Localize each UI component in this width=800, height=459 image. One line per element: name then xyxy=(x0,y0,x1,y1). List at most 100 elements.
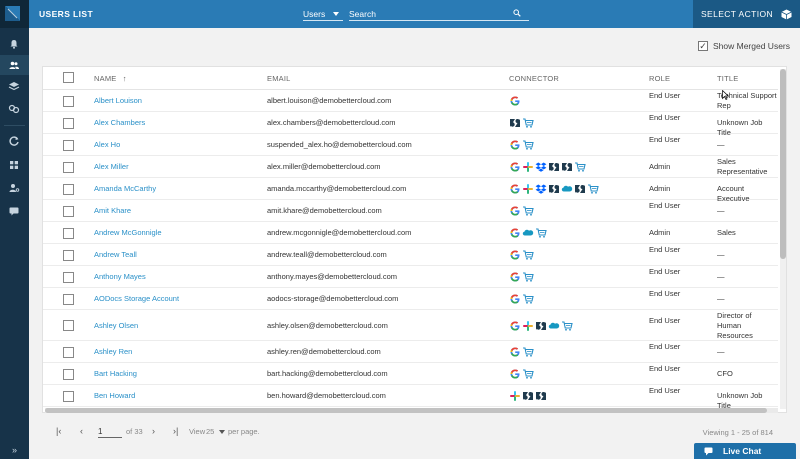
show-merged-checkbox[interactable]: ✓ xyxy=(698,41,708,51)
bell-icon[interactable] xyxy=(8,38,20,50)
user-name-link[interactable]: Alex Ho xyxy=(94,140,120,150)
table-header: NAME ↑ EMAIL CONNECTOR ROLE TITLE xyxy=(43,67,778,90)
row-checkbox[interactable] xyxy=(63,227,74,239)
google-icon xyxy=(509,320,522,332)
table-row[interactable]: AODocs Storage Account aodocs-storage@dem… xyxy=(43,288,778,310)
user-role: End User xyxy=(649,342,681,351)
row-checkbox[interactable] xyxy=(63,117,74,129)
zendesk-icon xyxy=(535,320,548,332)
connector-icons xyxy=(509,205,535,217)
app-logo[interactable] xyxy=(0,0,29,28)
row-checkbox[interactable] xyxy=(63,249,74,261)
horizontal-scrollbar-thumb[interactable] xyxy=(45,408,767,413)
row-checkbox[interactable] xyxy=(63,293,74,305)
table-row[interactable]: Andrew McGonnigle andrew.mcgonnigle@demob… xyxy=(43,222,778,244)
user-job-title: CFO xyxy=(717,369,733,378)
salesforce-icon xyxy=(522,227,535,239)
row-checkbox[interactable] xyxy=(63,95,74,107)
user-name-link[interactable]: Bart Hacking xyxy=(94,369,137,379)
shopping-icon xyxy=(535,227,548,239)
table-row[interactable]: Ashley Ren ashley.ren@demobettercloud.com… xyxy=(43,341,778,363)
user-role: End User xyxy=(649,245,681,254)
user-name-link[interactable]: Ashley Olsen xyxy=(94,321,138,331)
last-page-button[interactable]: ›| xyxy=(173,426,178,436)
row-checkbox[interactable] xyxy=(63,390,74,402)
user-name-link[interactable]: Alex Chambers xyxy=(94,118,145,128)
first-page-button[interactable]: |‹ xyxy=(56,426,61,436)
user-name-link[interactable]: Andrew Teall xyxy=(94,250,137,260)
row-checkbox[interactable] xyxy=(63,271,74,283)
user-job-title: — xyxy=(717,206,725,215)
table-row[interactable]: Alex Chambers alex.chambers@demobetterclo… xyxy=(43,112,778,137)
user-name-link[interactable]: Andrew McGonnigle xyxy=(94,228,162,238)
user-name-link[interactable]: AODocs Storage Account xyxy=(94,294,179,304)
row-checkbox[interactable] xyxy=(63,346,74,358)
user-name-link[interactable]: Amanda McCarthy xyxy=(94,184,156,194)
prev-page-button[interactable]: ‹ xyxy=(80,426,83,436)
entity-filter-dropdown[interactable]: Users xyxy=(303,8,343,21)
user-email: amit.khare@demobettercloud.com xyxy=(267,206,382,215)
column-header-email[interactable]: EMAIL xyxy=(267,74,291,83)
column-header-name[interactable]: NAME ↑ xyxy=(94,74,127,83)
user-email: suspended_alex.ho@demobettercloud.com xyxy=(267,140,412,149)
table-row[interactable]: Amanda McCarthy amanda.mccarthy@demobette… xyxy=(43,178,778,203)
next-page-button[interactable]: › xyxy=(152,426,155,436)
row-checkbox[interactable] xyxy=(63,139,74,151)
chat-icon[interactable] xyxy=(8,205,20,217)
chevron-down-icon xyxy=(219,430,225,434)
user-name-link[interactable]: Amit Khare xyxy=(94,206,131,216)
users-icon[interactable] xyxy=(8,59,20,71)
user-settings-icon[interactable] xyxy=(8,182,20,194)
table-row[interactable]: Alex Miller alex.miller@demobettercloud.c… xyxy=(43,156,778,178)
show-merged-toggle[interactable]: ✓ Show Merged Users xyxy=(698,41,790,51)
topbar: USERS LIST Users SELECT ACTION xyxy=(29,0,800,28)
vertical-scrollbar[interactable] xyxy=(780,69,786,409)
table-row[interactable]: Ashley Olsen ashley.olsen@demobettercloud… xyxy=(43,310,778,341)
column-header-title[interactable]: TITLE xyxy=(717,74,738,83)
page-size-select[interactable]: 25 xyxy=(206,427,214,436)
search-input[interactable] xyxy=(349,8,509,20)
row-checkbox[interactable] xyxy=(63,161,74,173)
search-icon[interactable] xyxy=(513,9,521,17)
user-name-link[interactable]: Anthony Mayes xyxy=(94,272,146,282)
horizontal-scrollbar[interactable] xyxy=(45,408,778,413)
google-icon xyxy=(509,139,522,151)
grid-icon[interactable] xyxy=(8,159,20,171)
select-all-checkbox[interactable] xyxy=(63,72,74,83)
table-row[interactable]: Alex Ho suspended_alex.ho@demobettercloud… xyxy=(43,134,778,156)
user-name-link[interactable]: Alex Miller xyxy=(94,162,129,172)
salesforce-icon xyxy=(548,320,561,332)
select-action-button[interactable]: SELECT ACTION xyxy=(693,0,800,28)
row-checkbox[interactable] xyxy=(63,368,74,380)
column-header-connector[interactable]: CONNECTOR xyxy=(509,74,559,83)
connector-icons xyxy=(509,390,548,402)
page-number-input[interactable] xyxy=(98,426,122,438)
link-icon[interactable] xyxy=(8,103,20,115)
table-row[interactable]: Anthony Mayes anthony.mayes@demobetterclo… xyxy=(43,266,778,288)
layers-icon[interactable] xyxy=(8,80,20,92)
row-checkbox[interactable] xyxy=(63,205,74,217)
page-title: USERS LIST xyxy=(39,9,94,19)
user-name-link[interactable]: Albert Louison xyxy=(94,96,142,106)
zendesk-icon xyxy=(522,390,535,402)
table-row[interactable]: Andrew Teall andrew.teall@demobettercloud… xyxy=(43,244,778,266)
vertical-scrollbar-thumb[interactable] xyxy=(780,69,786,259)
user-name-link[interactable]: Ben Howard xyxy=(94,391,135,401)
table-row[interactable]: Ben Howard ben.howard@demobettercloud.com… xyxy=(43,385,778,410)
shopping-icon xyxy=(561,320,574,332)
table-row[interactable]: Bart Hacking bart.hacking@demobettercloud… xyxy=(43,363,778,385)
user-email: ashley.olsen@demobettercloud.com xyxy=(267,320,388,330)
user-email: andrew.mcgonnigle@demobettercloud.com xyxy=(267,228,412,237)
user-email: ashley.ren@demobettercloud.com xyxy=(267,347,381,356)
user-name-link[interactable]: Ashley Ren xyxy=(94,347,132,357)
row-checkbox[interactable] xyxy=(63,183,74,195)
refresh-icon[interactable] xyxy=(8,135,20,147)
table-row[interactable]: Amit Khare amit.khare@demobettercloud.com… xyxy=(43,200,778,222)
column-header-role[interactable]: ROLE xyxy=(649,74,670,83)
table-row[interactable]: Albert Louison albert.louison@demobetterc… xyxy=(43,90,778,112)
connector-icons xyxy=(509,368,535,380)
row-checkbox[interactable] xyxy=(63,320,74,331)
sidebar-expand-button[interactable]: » xyxy=(0,441,29,459)
google-icon xyxy=(509,249,522,261)
live-chat-button[interactable]: Live Chat xyxy=(694,443,796,459)
